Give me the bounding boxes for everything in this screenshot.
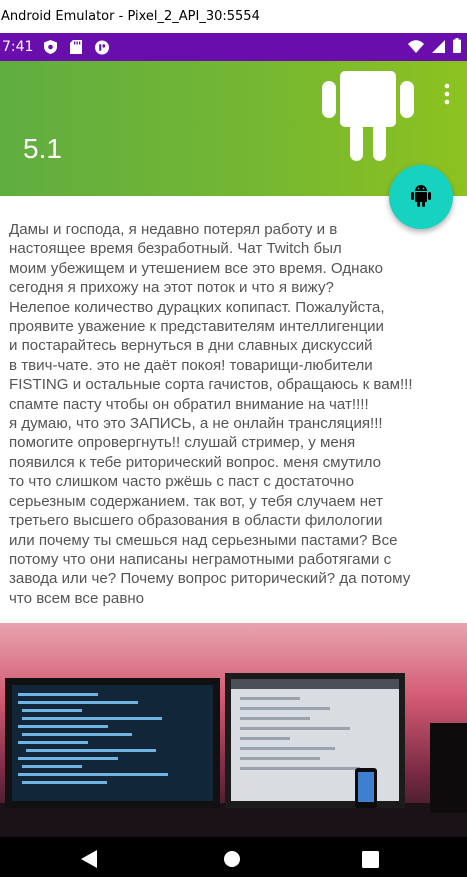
android-robot-icon (409, 182, 433, 212)
copypasta-text: Дамы и господа, я недавно потерял работу… (9, 221, 413, 607)
signal-icon (432, 38, 445, 57)
sd-card-icon (69, 40, 83, 54)
status-bar: 7:41 (0, 33, 467, 61)
emulator-window-title-bar: Android Emulator - Pixel_2_API_30:5554 (0, 0, 467, 33)
status-time: 7:41 (2, 39, 34, 55)
home-button[interactable] (223, 850, 241, 872)
battery-icon (453, 37, 461, 57)
shield-icon (43, 40, 57, 54)
back-button[interactable] (81, 850, 99, 872)
recents-button[interactable] (362, 851, 379, 872)
navigation-bar (0, 837, 467, 877)
app-title: 5.1 (23, 133, 62, 164)
more-vert-icon[interactable] (440, 81, 454, 107)
window-title: Android Emulator - Pixel_2_API_30:5554 (1, 9, 260, 24)
wifi-icon (408, 38, 424, 57)
monitors-photo (0, 623, 467, 837)
app-notification-icon (95, 40, 110, 54)
android-robot-icon (322, 61, 414, 161)
